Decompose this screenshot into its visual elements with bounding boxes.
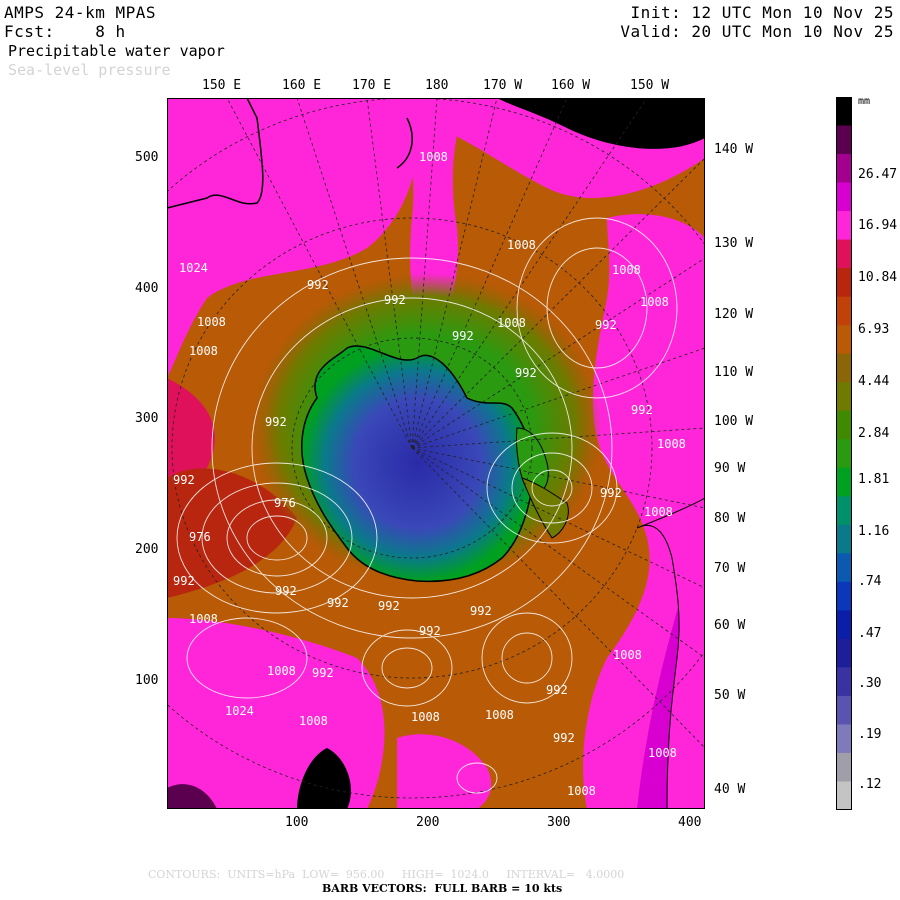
- colorbar-swatch: [836, 638, 852, 668]
- valid-time: Valid: 20 UTC Mon 10 Nov 25: [620, 22, 894, 41]
- x-tick: 300: [547, 815, 571, 830]
- model-title: AMPS 24-km MPAS: [4, 3, 156, 22]
- colorbar-label: .30: [858, 676, 882, 691]
- meridian-label: 40 W: [714, 782, 746, 797]
- colorbar-swatch: [836, 553, 852, 583]
- colorbar-label: 2.84: [858, 426, 890, 441]
- meridian-label: 120 W: [714, 307, 754, 322]
- meridian-label: 130 W: [714, 236, 754, 251]
- meridian-label: 60 W: [714, 618, 746, 633]
- x-tick: 100: [285, 815, 309, 830]
- colorbar-swatch: [836, 125, 852, 155]
- colorbar-swatch: [836, 524, 852, 554]
- lon-label: 170 W: [483, 78, 523, 93]
- y-tick: 500: [135, 150, 159, 165]
- colorbar-swatch: [836, 211, 852, 241]
- meridian-label: 50 W: [714, 688, 746, 703]
- colorbar-swatch: [836, 439, 852, 469]
- meridian-label: 110 W: [714, 365, 754, 380]
- colorbar-swatch: [836, 325, 852, 355]
- meridian-label: 100 W: [714, 414, 754, 429]
- colorbar-label: .74: [858, 574, 882, 589]
- colorbar-swatch: [836, 353, 852, 383]
- colorbar-swatch: [836, 496, 852, 526]
- colorbar-swatch: [836, 581, 852, 611]
- primary-field-label: Precipitable water vapor: [8, 42, 225, 60]
- colorbar-swatch: [836, 610, 852, 640]
- contours-info: CONTOURS: UNITS=hPa LOW= 956.00 HIGH= 10…: [148, 868, 625, 881]
- colorbar-swatch: [836, 154, 852, 184]
- colorbar-swatch: [836, 467, 852, 497]
- colorbar-swatch: [836, 268, 852, 298]
- x-tick: 400: [678, 815, 702, 830]
- y-tick: 200: [135, 542, 159, 557]
- colorbar-label: .47: [858, 626, 882, 641]
- colorbar-label: 10.84: [858, 270, 898, 285]
- colorbar-label: 1.16: [858, 524, 890, 539]
- lon-label: 150 E: [202, 78, 242, 93]
- barb-info: BARB VECTORS: FULL BARB = 10 kts: [322, 882, 563, 895]
- colorbar-swatch: [836, 382, 852, 412]
- lon-label: 170 E: [352, 78, 392, 93]
- precipitable-water-map: 1024 992 992 1008 1008 992 976 976 992 9…: [167, 98, 705, 809]
- colorbar-swatch: [836, 724, 852, 754]
- secondary-field-label: Sea-level pressure: [8, 61, 171, 79]
- colorbar-swatch: [836, 97, 852, 127]
- init-time: Init: 12 UTC Mon 10 Nov 25: [630, 3, 894, 22]
- meridian-label: 140 W: [714, 142, 754, 157]
- meridian-label: 80 W: [714, 511, 746, 526]
- lon-label: 150 W: [630, 78, 670, 93]
- colorbar-label: .12: [858, 777, 882, 792]
- colorbar-swatch: [836, 296, 852, 326]
- colorbar-swatch: [836, 182, 852, 212]
- forecast-hour: Fcst: 8 h: [4, 22, 126, 41]
- meridian-label: 70 W: [714, 561, 746, 576]
- colorbar-swatch: [836, 239, 852, 269]
- lon-label: 160 E: [282, 78, 322, 93]
- colorbar-swatch: [836, 667, 852, 697]
- colorbar-swatch: [836, 410, 852, 440]
- colorbar-swatch: [836, 752, 852, 782]
- colorbar-label: 26.47: [858, 167, 898, 182]
- colorbar-label: 16.94: [858, 218, 898, 233]
- colorbar-label: .19: [858, 727, 882, 742]
- y-tick: 400: [135, 281, 159, 296]
- colorbar-label: 1.81: [858, 472, 890, 487]
- lon-label: 160 W: [551, 78, 591, 93]
- meridian-label: 90 W: [714, 461, 746, 476]
- colorbar-label: 6.93: [858, 322, 890, 337]
- colorbar-swatch: [836, 695, 852, 725]
- colorbar-unit: mm: [858, 96, 871, 107]
- colorbar: [836, 97, 852, 814]
- y-tick: 100: [135, 673, 159, 688]
- x-tick: 200: [416, 815, 440, 830]
- map-frame: [167, 98, 705, 809]
- lon-label: 180: [425, 78, 449, 93]
- y-tick: 300: [135, 411, 159, 426]
- colorbar-label: 4.44: [858, 374, 890, 389]
- colorbar-swatch: [836, 781, 852, 811]
